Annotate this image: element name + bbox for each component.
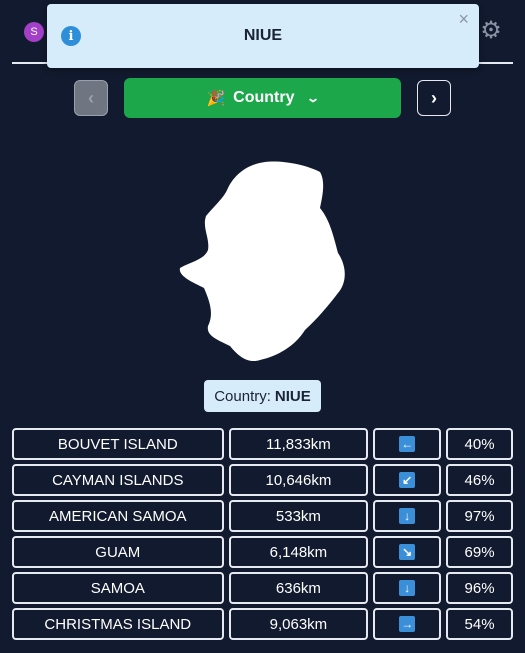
guess-distance: 10,646km: [228, 464, 369, 496]
guess-proximity: 97%: [446, 500, 513, 532]
guess-direction: ←: [373, 428, 442, 460]
guess-country-name: BOUVET ISLAND: [12, 428, 224, 460]
arrow-right-icon: →: [399, 616, 416, 632]
arrow-down-icon: ↓: [399, 580, 416, 596]
game-screen: S ⚙ i NIUE × ‹ 🎉 Country ⌄ › Country: NI…: [0, 0, 525, 653]
country-silhouette: [170, 158, 355, 368]
guess-direction: →: [373, 608, 442, 640]
guess-distance: 533km: [228, 500, 369, 532]
party-popper-icon: 🎉: [206, 90, 226, 107]
guess-proximity: 96%: [446, 572, 513, 604]
guess-country-name: AMERICAN SAMOA: [12, 500, 224, 532]
game-mode-label: Country: [233, 89, 295, 106]
arrow-down-right-icon: ↘: [399, 544, 416, 560]
guess-direction: ↙: [373, 464, 442, 496]
answer-prefix: Country:: [214, 387, 271, 405]
close-icon[interactable]: ×: [458, 10, 469, 28]
toast-title: NIUE: [243, 27, 283, 44]
guess-country-name: GUAM: [12, 536, 224, 568]
guess-row: SAMOA 636km ↓ 96%: [12, 572, 513, 604]
guess-distance: 11,833km: [228, 428, 369, 460]
guess-distance: 9,063km: [228, 608, 369, 640]
avatar[interactable]: S: [24, 22, 44, 42]
guess-row: GUAM 6,148km ↘ 69%: [12, 536, 513, 568]
guess-proximity: 40%: [446, 428, 513, 460]
gear-icon[interactable]: ⚙: [479, 19, 503, 43]
guess-direction: ↓: [373, 500, 442, 532]
guess-row: CHRISTMAS ISLAND 9,063km → 54%: [12, 608, 513, 640]
next-button[interactable]: ›: [417, 80, 451, 116]
guess-country-name: CAYMAN ISLANDS: [12, 464, 224, 496]
chevron-down-icon: ⌄: [306, 91, 321, 105]
guess-direction: ↓: [373, 572, 442, 604]
answer-country-name: NIUE: [274, 387, 311, 405]
guess-row: CAYMAN ISLANDS 10,646km ↙ 46%: [12, 464, 513, 496]
game-mode-dropdown[interactable]: 🎉 Country ⌄: [124, 78, 401, 118]
guess-proximity: 54%: [446, 608, 513, 640]
guess-country-name: CHRISTMAS ISLAND: [12, 608, 224, 640]
guess-distance: 636km: [228, 572, 369, 604]
guesses-table: BOUVET ISLAND 11,833km ← 40% CAYMAN ISLANDS 1…: [12, 428, 513, 644]
guess-proximity: 69%: [446, 536, 513, 568]
notification-toast: i NIUE ×: [47, 4, 479, 68]
guess-row: AMERICAN SAMOA 533km ↓ 97%: [12, 500, 513, 532]
arrow-left-icon: ←: [399, 436, 416, 452]
answer-label: Country: NIUE: [204, 380, 321, 412]
country-shape: [179, 161, 345, 362]
previous-button[interactable]: ‹: [74, 80, 108, 116]
guess-row: BOUVET ISLAND 11,833km ← 40%: [12, 428, 513, 460]
guess-country-name: SAMOA: [12, 572, 224, 604]
guess-direction: ↘: [373, 536, 442, 568]
arrow-down-left-icon: ↙: [399, 472, 416, 488]
arrow-down-icon: ↓: [399, 508, 416, 524]
guess-distance: 6,148km: [228, 536, 369, 568]
guess-proximity: 46%: [446, 464, 513, 496]
